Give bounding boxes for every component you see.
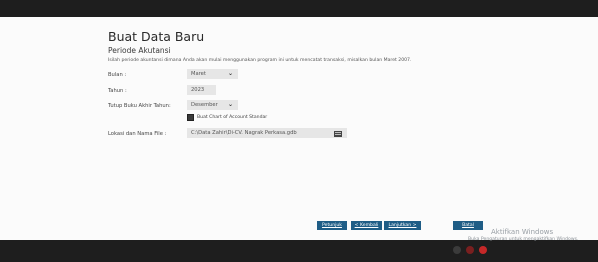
chevron-down-icon: ⌄ xyxy=(227,101,233,108)
closing-label: Tutup Buku Akhir Tahun: xyxy=(108,103,171,109)
activation-watermark-text: Buka Pengaturan untuk mengaktifkan Windo… xyxy=(468,237,579,242)
help-button-label: Petunjuk xyxy=(322,223,342,228)
cancel-button-label: Batal xyxy=(462,223,474,228)
chart-of-accounts-label: Buat Chart of Account Standar xyxy=(197,115,268,120)
window-title: Buat Data Baru xyxy=(108,29,205,44)
tray-icon[interactable] xyxy=(466,246,474,254)
year-input[interactable]: 2023 xyxy=(187,85,216,95)
tray-icon[interactable] xyxy=(453,246,461,254)
file-location-label: Lokasi dan Nama File : xyxy=(108,131,167,137)
back-button[interactable]: < Kembali xyxy=(351,221,382,230)
checkbox-icon[interactable] xyxy=(187,114,194,121)
chevron-down-icon: ⌄ xyxy=(227,70,233,77)
next-button-label: Lanjutkan > xyxy=(388,223,417,228)
month-value: Maret xyxy=(191,71,206,77)
back-button-label: < Kembali xyxy=(354,223,379,228)
section-description: Isilah periode akuntansi dimana Anda aka… xyxy=(108,58,412,63)
taskbar xyxy=(0,240,598,262)
closing-dropdown[interactable]: Desember ⌄ xyxy=(187,100,238,110)
file-location-input[interactable]: C:\Data Zahir\Di-CV. Nagrak Perkasa.gdb xyxy=(187,128,347,138)
help-button[interactable]: Petunjuk xyxy=(317,221,347,230)
year-label: Tahun : xyxy=(108,88,127,94)
month-dropdown[interactable]: Maret ⌄ xyxy=(187,69,238,79)
activation-watermark-title: Aktifkan Windows xyxy=(491,228,554,236)
closing-value: Desember xyxy=(191,102,218,108)
window-top-bar xyxy=(0,0,598,17)
folder-icon[interactable] xyxy=(334,131,342,137)
month-label: Bulan : xyxy=(108,72,127,78)
tray-icon[interactable] xyxy=(479,246,487,254)
cancel-button[interactable]: Batal xyxy=(453,221,483,230)
next-button[interactable]: Lanjutkan > xyxy=(384,221,421,230)
section-title: Periode Akutansi xyxy=(108,46,171,55)
